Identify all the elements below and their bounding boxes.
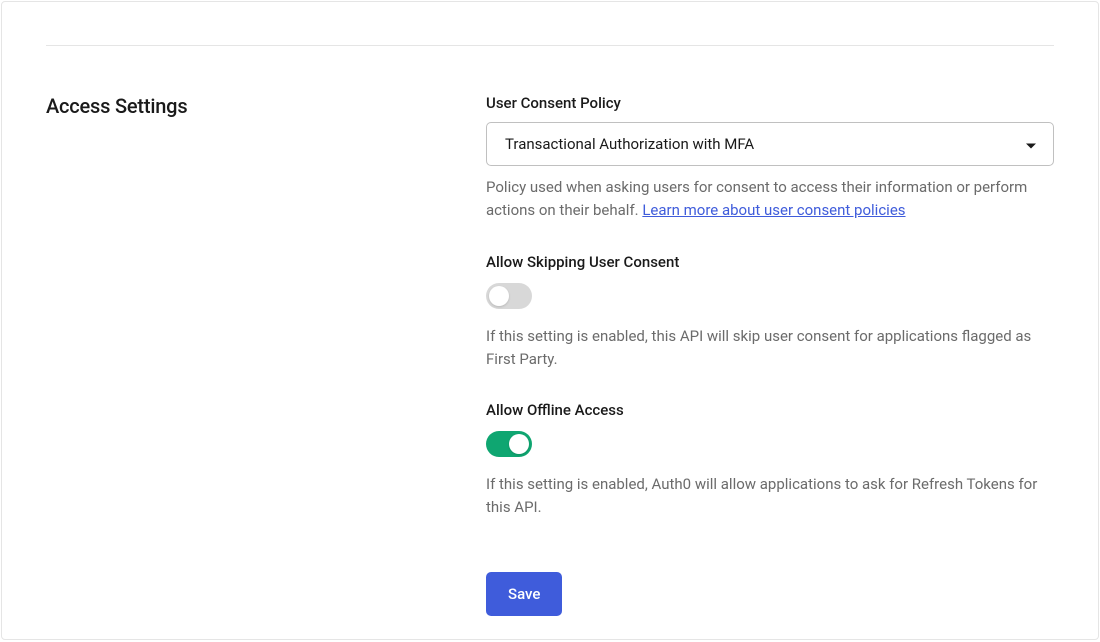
allow-skipping-consent-field: Allow Skipping User Consent If this sett… [486, 253, 1054, 372]
user-consent-policy-select[interactable]: Transactional Authorization with MFA [486, 122, 1054, 166]
save-button[interactable]: Save [486, 572, 562, 616]
toggle-knob [509, 434, 529, 454]
user-consent-policy-select-wrap: Transactional Authorization with MFA [486, 122, 1054, 166]
user-consent-policy-help: Policy used when asking users for consen… [486, 176, 1054, 223]
allow-skipping-consent-help: If this setting is enabled, this API wil… [486, 325, 1054, 372]
allow-offline-access-help: If this setting is enabled, Auth0 will a… [486, 473, 1054, 520]
user-consent-policy-label: User Consent Policy [486, 94, 1054, 112]
allow-offline-access-toggle[interactable] [486, 431, 532, 457]
user-consent-policy-field: User Consent Policy Transactional Author… [486, 94, 1054, 223]
toggle-knob [489, 286, 509, 306]
allow-skipping-consent-label: Allow Skipping User Consent [486, 253, 1054, 271]
allow-skipping-consent-toggle[interactable] [486, 283, 532, 309]
allow-offline-access-field: Allow Offline Access If this setting is … [486, 401, 1054, 520]
user-consent-policy-learn-more-link[interactable]: Learn more about user consent policies [642, 201, 905, 219]
access-settings-section: Access Settings User Consent Policy Tran… [46, 46, 1054, 616]
allow-offline-access-label: Allow Offline Access [486, 401, 1054, 419]
section-header-column: Access Settings [46, 94, 486, 616]
section-title: Access Settings [46, 94, 486, 118]
settings-panel: Access Settings User Consent Policy Tran… [1, 1, 1099, 640]
section-fields-column: User Consent Policy Transactional Author… [486, 94, 1054, 616]
